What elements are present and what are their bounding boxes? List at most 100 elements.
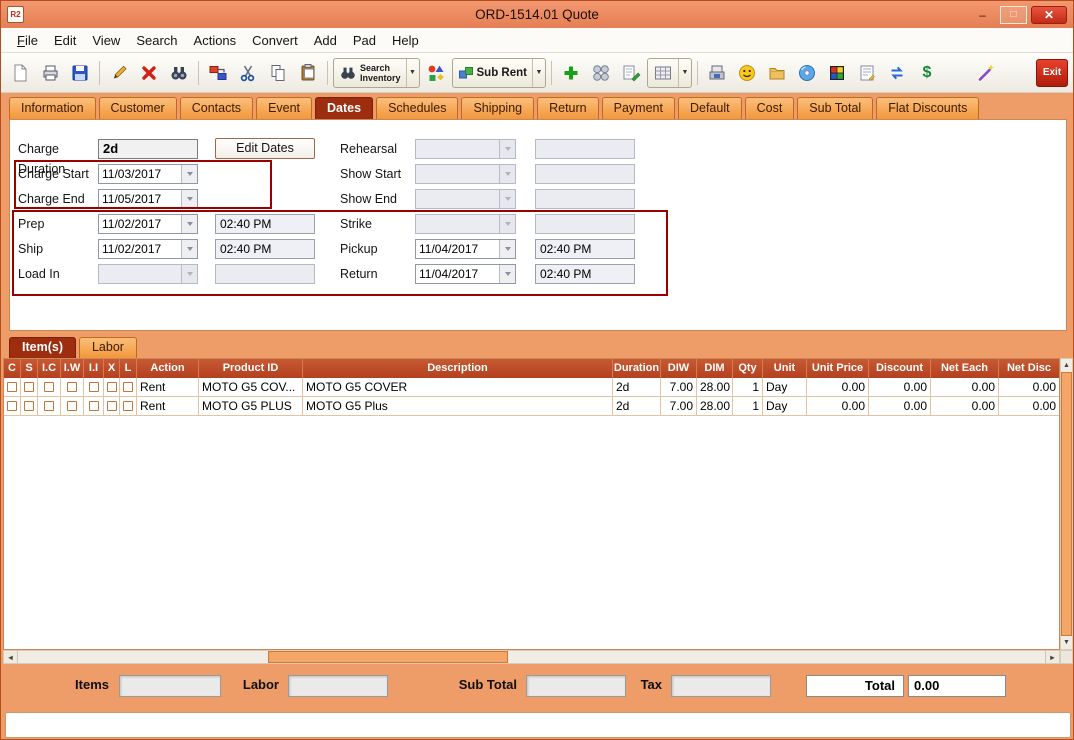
charge-start-combo[interactable]: 11/03/2017 bbox=[98, 164, 198, 184]
site-printer-icon[interactable] bbox=[703, 59, 731, 87]
tab-event[interactable]: Event bbox=[256, 97, 312, 119]
column-header[interactable]: Discount bbox=[869, 359, 931, 378]
horizontal-scroll-thumb[interactable] bbox=[268, 651, 508, 663]
column-header[interactable]: L bbox=[120, 359, 137, 378]
tab-schedules[interactable]: Schedules bbox=[376, 97, 458, 119]
pickup-date-combo[interactable]: 11/04/2017 bbox=[415, 239, 516, 259]
scroll-down-icon[interactable]: ▼ bbox=[1061, 636, 1072, 649]
search-inventory-button[interactable]: Search Inventory ▼ bbox=[333, 58, 420, 88]
checkbox[interactable] bbox=[67, 401, 77, 411]
scroll-left-icon[interactable]: ◄ bbox=[4, 651, 18, 663]
pickup-time-field[interactable]: 02:40 PM bbox=[535, 239, 635, 259]
edit-dates-button[interactable]: Edit Dates bbox=[215, 138, 315, 159]
checkbox[interactable] bbox=[123, 382, 133, 392]
menu-edit[interactable]: Edit bbox=[46, 31, 84, 50]
vertical-scrollbar[interactable]: ▲ ▼ bbox=[1060, 358, 1073, 650]
balls-icon[interactable] bbox=[587, 59, 615, 87]
scroll-right-icon[interactable]: ► bbox=[1045, 651, 1059, 663]
menu-help[interactable]: Help bbox=[384, 31, 427, 50]
tab-contacts[interactable]: Contacts bbox=[180, 97, 253, 119]
sub-rent-dropdown[interactable]: ▼ bbox=[532, 59, 545, 87]
edit-pencil-icon[interactable] bbox=[105, 59, 133, 87]
charge-end-combo[interactable]: 11/05/2017 bbox=[98, 189, 198, 209]
column-header[interactable]: S bbox=[21, 359, 38, 378]
cd-icon[interactable] bbox=[793, 59, 821, 87]
paste-icon[interactable] bbox=[294, 59, 322, 87]
close-button[interactable]: ✕ bbox=[1031, 6, 1067, 24]
prep-date-combo[interactable]: 11/02/2017 bbox=[98, 214, 198, 234]
sub-rent-main[interactable]: Sub Rent bbox=[453, 59, 532, 87]
delete-icon[interactable] bbox=[135, 59, 163, 87]
scroll-up-icon[interactable]: ▲ bbox=[1061, 359, 1072, 372]
exit-button[interactable]: Exit bbox=[1036, 59, 1068, 87]
tab-default[interactable]: Default bbox=[678, 97, 742, 119]
print-icon[interactable] bbox=[36, 59, 64, 87]
tab-dates[interactable]: Dates bbox=[315, 97, 373, 119]
shapes-icon[interactable] bbox=[422, 59, 450, 87]
vertical-scroll-thumb[interactable] bbox=[1061, 372, 1072, 636]
checkbox[interactable] bbox=[24, 401, 34, 411]
charge-duration-field[interactable]: 2d bbox=[98, 139, 198, 159]
checkbox[interactable] bbox=[89, 382, 99, 392]
column-header[interactable]: Duration bbox=[613, 359, 661, 378]
menu-add[interactable]: Add bbox=[306, 31, 345, 50]
wand-icon[interactable] bbox=[972, 59, 1000, 87]
column-header[interactable]: I.I bbox=[84, 359, 104, 378]
menu-view[interactable]: View bbox=[84, 31, 128, 50]
add-icon[interactable] bbox=[557, 59, 585, 87]
grid-dropdown[interactable]: ▼ bbox=[678, 59, 691, 87]
table-row[interactable]: Rent MOTO G5 COV... MOTO G5 COVER 2d 7.0… bbox=[4, 378, 1059, 397]
binoculars-icon[interactable] bbox=[165, 59, 193, 87]
checkbox[interactable] bbox=[107, 382, 117, 392]
minimize-button[interactable]: – bbox=[969, 6, 996, 24]
horizontal-scrollbar[interactable]: ◄ ► bbox=[3, 650, 1060, 664]
dollar-icon[interactable]: $ bbox=[913, 59, 941, 87]
return-date-combo[interactable]: 11/04/2017 bbox=[415, 264, 516, 284]
new-document-icon[interactable] bbox=[6, 59, 34, 87]
column-header[interactable]: Net Disc bbox=[999, 359, 1059, 378]
horizontal-scroll-track[interactable] bbox=[18, 651, 1045, 663]
smiley-icon[interactable] bbox=[733, 59, 761, 87]
menu-search[interactable]: Search bbox=[128, 31, 185, 50]
checkbox[interactable] bbox=[107, 401, 117, 411]
column-header[interactable]: Action bbox=[137, 359, 199, 378]
tab-sub-total[interactable]: Sub Total bbox=[797, 97, 873, 119]
checkbox[interactable] bbox=[44, 401, 54, 411]
copy-icon[interactable] bbox=[264, 59, 292, 87]
ship-time-field[interactable]: 02:40 PM bbox=[215, 239, 315, 259]
return-time-field[interactable]: 02:40 PM bbox=[535, 264, 635, 284]
menu-file[interactable]: File bbox=[9, 31, 46, 50]
column-header[interactable]: Product ID bbox=[199, 359, 303, 378]
grid-icon[interactable] bbox=[648, 59, 678, 87]
column-header[interactable]: C bbox=[4, 359, 21, 378]
column-header[interactable]: I.C bbox=[38, 359, 61, 378]
save-icon[interactable] bbox=[66, 59, 94, 87]
tab-return[interactable]: Return bbox=[537, 97, 599, 119]
menu-convert[interactable]: Convert bbox=[244, 31, 306, 50]
column-header[interactable]: Qty bbox=[733, 359, 763, 378]
table-row[interactable]: Rent MOTO G5 PLUS MOTO G5 Plus 2d 7.00 2… bbox=[4, 397, 1059, 416]
column-header[interactable]: Unit Price bbox=[807, 359, 869, 378]
notepad-icon[interactable] bbox=[853, 59, 881, 87]
checkbox[interactable] bbox=[89, 401, 99, 411]
menu-pad[interactable]: Pad bbox=[345, 31, 384, 50]
sub-rent-button[interactable]: Sub Rent ▼ bbox=[452, 58, 546, 88]
checkbox[interactable] bbox=[7, 401, 17, 411]
chevron-down-icon[interactable] bbox=[499, 265, 515, 283]
column-header[interactable]: Unit bbox=[763, 359, 807, 378]
search-inventory-main[interactable]: Search Inventory bbox=[334, 59, 406, 87]
tab-labor[interactable]: Labor bbox=[79, 337, 137, 358]
tab-customer[interactable]: Customer bbox=[99, 97, 177, 119]
chevron-down-icon[interactable] bbox=[181, 240, 197, 258]
tab-shipping[interactable]: Shipping bbox=[461, 97, 534, 119]
column-header[interactable]: DIW bbox=[661, 359, 697, 378]
menu-actions[interactable]: Actions bbox=[186, 31, 245, 50]
total-button[interactable]: Total bbox=[806, 675, 904, 697]
checkbox[interactable] bbox=[7, 382, 17, 392]
checkbox[interactable] bbox=[44, 382, 54, 392]
chevron-down-icon[interactable] bbox=[181, 190, 197, 208]
tab-payment[interactable]: Payment bbox=[602, 97, 675, 119]
chevron-down-icon[interactable] bbox=[181, 215, 197, 233]
grid-button[interactable]: ▼ bbox=[647, 58, 692, 88]
search-inventory-dropdown[interactable]: ▼ bbox=[406, 59, 419, 87]
